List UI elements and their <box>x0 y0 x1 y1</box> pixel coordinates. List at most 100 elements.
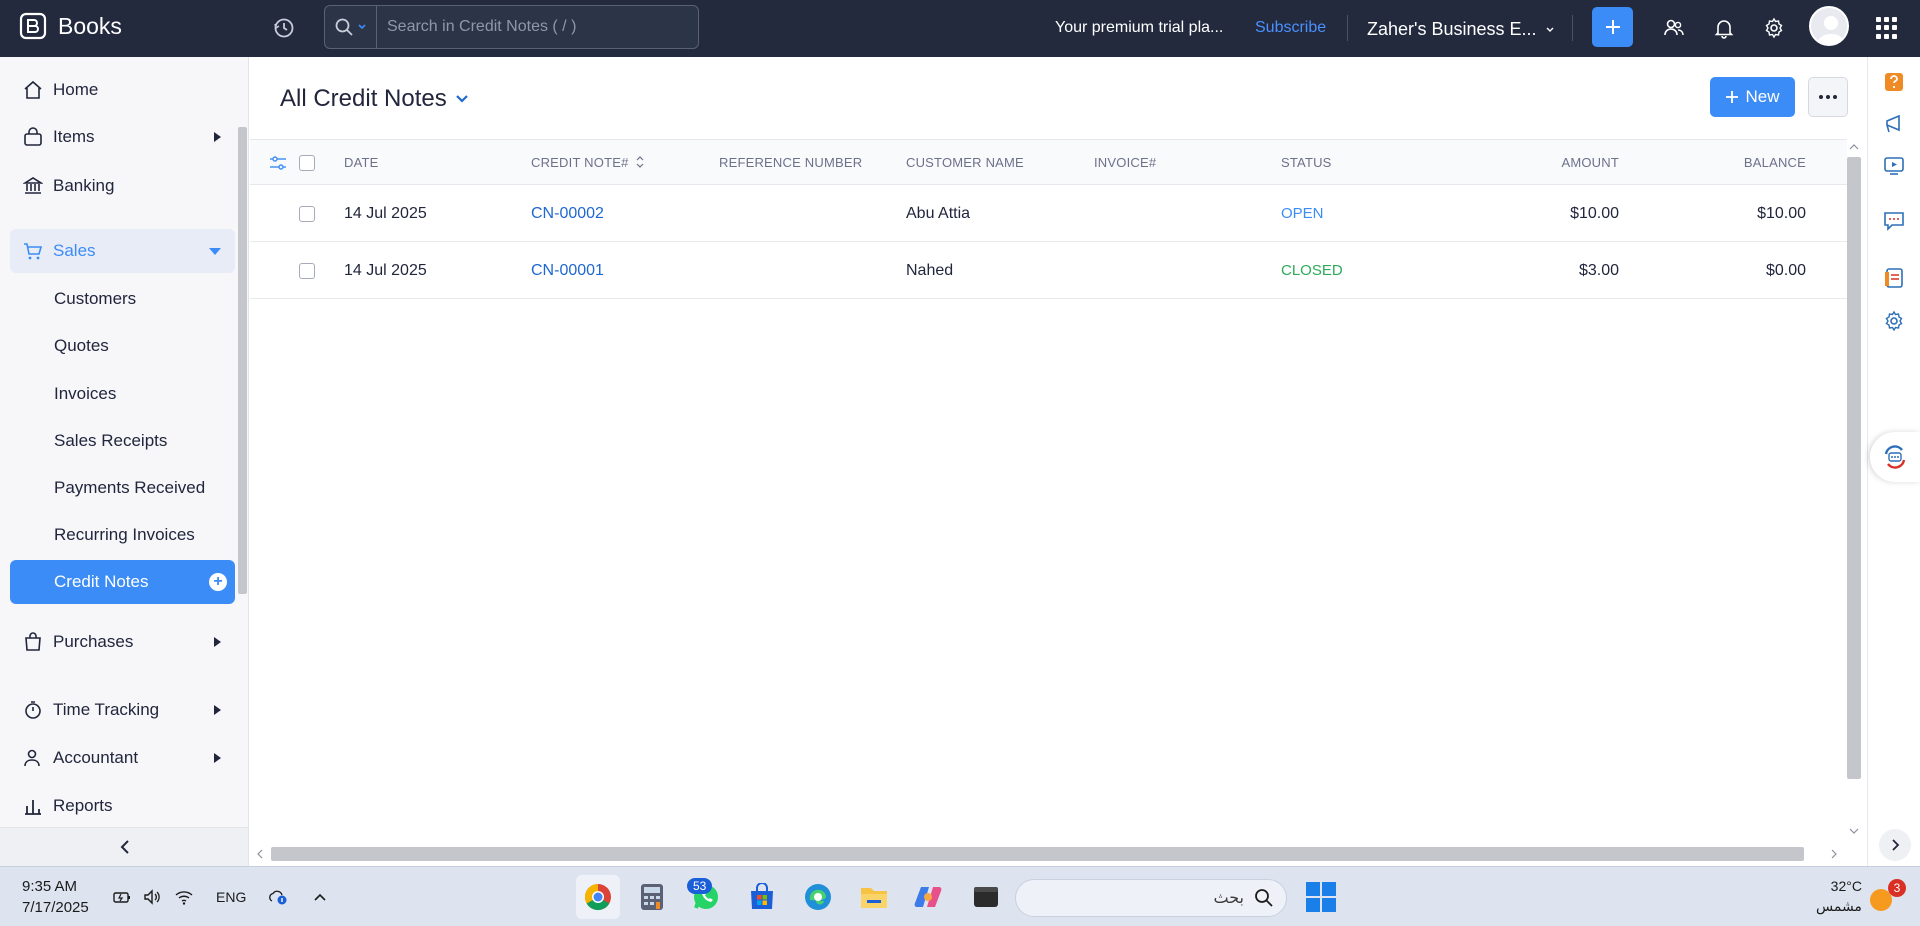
weather-widget[interactable]: 32°C مشمس <box>1816 876 1862 916</box>
table-row[interactable]: 14 Jul 2025 CN-00002 Abu Attia OPEN $10.… <box>250 185 1847 242</box>
notification-badge[interactable]: 3 <box>1888 879 1906 897</box>
new-credit-note-button[interactable]: New <box>1710 77 1795 117</box>
chevron-right-icon <box>214 637 221 647</box>
sidebar-item-purchases[interactable]: Purchases <box>10 620 235 664</box>
cell-date: 14 Jul 2025 <box>344 262 427 279</box>
horizontal-scrollbar[interactable] <box>271 847 1804 861</box>
microsoft-store-icon[interactable] <box>740 875 784 919</box>
chrome-icon[interactable] <box>576 875 620 919</box>
column-header-customer-name[interactable]: CUSTOMER NAME <box>906 155 1024 170</box>
select-all-checkbox[interactable] <box>299 155 315 171</box>
cell-credit-note-link[interactable]: CN-00002 <box>531 205 604 223</box>
filter-settings-icon[interactable] <box>269 155 287 171</box>
chevron-up-icon[interactable] <box>310 888 330 906</box>
notes-icon[interactable] <box>1882 266 1906 290</box>
bell-icon[interactable] <box>1711 15 1737 41</box>
sidebar-item-label: Accountant <box>53 748 139 767</box>
vertical-scrollbar[interactable] <box>1847 157 1861 779</box>
table-row[interactable]: 14 Jul 2025 CN-00001 Nahed CLOSED $3.00 … <box>250 242 1847 299</box>
add-credit-note-icon[interactable]: + <box>209 573 227 591</box>
chat-support-icon[interactable] <box>1870 432 1920 482</box>
search-icon <box>1255 889 1273 907</box>
terminal-icon[interactable] <box>964 875 1008 919</box>
divider <box>1572 15 1573 41</box>
scroll-down-icon[interactable] <box>1849 827 1859 835</box>
announcement-icon[interactable] <box>1882 112 1906 136</box>
column-header-reference-number[interactable]: REFERENCE NUMBER <box>719 155 862 170</box>
row-checkbox[interactable] <box>299 206 315 222</box>
scroll-right-icon[interactable] <box>1830 849 1838 859</box>
sidebar-item-quotes[interactable]: Quotes <box>10 324 235 368</box>
sidebar-item-invoices[interactable]: Invoices <box>10 372 235 416</box>
sidebar-item-label: Sales <box>53 241 96 260</box>
onedrive-info-icon[interactable] <box>268 888 288 906</box>
books-logo-icon <box>19 12 47 40</box>
copilot-icon[interactable] <box>906 875 950 919</box>
subscribe-link[interactable]: Subscribe <box>1255 19 1326 37</box>
expand-panel-button[interactable] <box>1879 829 1911 861</box>
taskbar-search[interactable]: بحث <box>1015 879 1287 917</box>
org-switcher[interactable]: Zaher's Business E... <box>1367 19 1555 40</box>
column-header-status[interactable]: STATUS <box>1281 155 1332 170</box>
sidebar-item-recurring-invoices[interactable]: Recurring Invoices <box>10 513 235 557</box>
help-icon[interactable] <box>1882 70 1906 94</box>
chevron-down-icon <box>358 24 366 30</box>
bar-chart-icon <box>22 795 44 817</box>
sidebar-item-label: Home <box>53 80 99 99</box>
feedback-icon[interactable] <box>1882 209 1906 233</box>
search-input[interactable] <box>377 18 698 36</box>
search-icon <box>335 18 353 36</box>
view-selector[interactable]: All Credit Notes <box>280 85 469 113</box>
status-badge: CLOSED <box>1281 262 1343 279</box>
calculator-icon[interactable] <box>630 875 674 919</box>
video-tutorial-icon[interactable] <box>1882 154 1906 178</box>
recent-history-icon[interactable] <box>272 16 296 40</box>
scroll-up-icon[interactable] <box>1849 143 1859 151</box>
sidebar-item-customers[interactable]: Customers <box>10 277 235 321</box>
sidebar-item-home[interactable]: Home <box>10 68 235 112</box>
column-header-label: CREDIT NOTE# <box>531 155 629 170</box>
cell-amount: $3.00 <box>1578 262 1619 279</box>
column-header-invoice[interactable]: INVOICE# <box>1094 155 1156 170</box>
quick-create-button[interactable] <box>1592 7 1633 47</box>
sidebar-item-sales[interactable]: Sales <box>10 229 235 273</box>
sidebar-item-items[interactable]: Items <box>10 115 235 159</box>
users-icon[interactable] <box>1661 15 1687 41</box>
cell-balance: $10.00 <box>1757 205 1806 222</box>
avatar[interactable] <box>1809 6 1849 46</box>
app-launcher-icon[interactable] <box>1876 17 1898 39</box>
search-scope-toggle[interactable] <box>325 6 377 48</box>
divider <box>1347 15 1348 41</box>
settings-gear-icon[interactable] <box>1882 309 1906 333</box>
accountant-icon <box>22 747 44 769</box>
sidebar-item-banking[interactable]: Banking <box>10 164 235 208</box>
sidebar-item-credit-notes[interactable]: Credit Notes + <box>10 560 235 604</box>
sidebar-item-payments-received[interactable]: Payments Received <box>10 466 235 510</box>
volume-icon[interactable] <box>143 888 163 906</box>
sidebar-item-reports[interactable]: Reports <box>10 784 235 828</box>
edge-icon[interactable] <box>796 875 840 919</box>
windows-start-icon[interactable] <box>1306 882 1336 912</box>
sidebar-item-accountant[interactable]: Accountant <box>10 736 235 780</box>
sidebar-item-sales-receipts[interactable]: Sales Receipts <box>10 419 235 463</box>
row-checkbox[interactable] <box>299 263 315 279</box>
scroll-left-icon[interactable] <box>256 849 264 859</box>
wifi-icon[interactable] <box>174 888 194 906</box>
weather-temperature: 32°C <box>1830 878 1862 894</box>
sidebar-collapse-button[interactable] <box>0 827 248 866</box>
column-header-amount[interactable]: AMOUNT <box>1527 155 1619 170</box>
gear-icon[interactable] <box>1761 15 1787 41</box>
column-header-date[interactable]: DATE <box>344 155 379 170</box>
global-search <box>324 5 699 49</box>
system-clock[interactable]: 9:35 AM 7/17/2025 <box>22 876 89 918</box>
sidebar-item-time-tracking[interactable]: Time Tracking <box>10 688 235 732</box>
input-language[interactable]: ENG <box>216 889 246 905</box>
app-brand[interactable]: Books <box>18 11 122 41</box>
battery-icon[interactable] <box>112 888 132 906</box>
file-explorer-icon[interactable] <box>852 875 896 919</box>
column-header-balance[interactable]: BALANCE <box>1714 155 1806 170</box>
cell-credit-note-link[interactable]: CN-00001 <box>531 262 604 280</box>
sidebar-scrollbar[interactable] <box>238 127 247 594</box>
column-header-credit-note[interactable]: CREDIT NOTE# <box>531 155 644 170</box>
more-options-button[interactable] <box>1808 77 1848 117</box>
